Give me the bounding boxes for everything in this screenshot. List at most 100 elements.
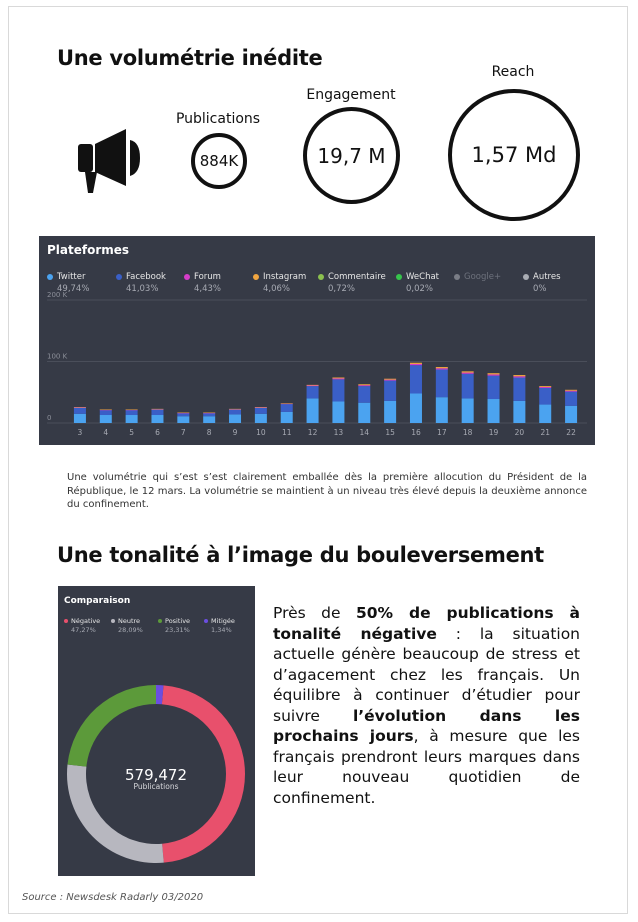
bar-segment-facebook[interactable] (177, 413, 190, 417)
bar-segment-instagram[interactable] (487, 373, 500, 375)
bar-segment-instagram[interactable] (539, 386, 552, 388)
x-tick-label: 10 (256, 428, 266, 437)
kpi-value-engagement: 19,7 M (317, 143, 386, 168)
bar-segment-twitter[interactable] (73, 413, 86, 423)
x-tick-label: 18 (463, 428, 473, 437)
x-tick-label: 19 (489, 428, 499, 437)
body-text-part-1: Près de (273, 604, 356, 622)
bar-segment-twitter[interactable] (332, 401, 345, 423)
bar-segment-instagram[interactable] (203, 412, 216, 414)
bar-segment-instagram[interactable] (73, 407, 86, 408)
bar-segment-instagram[interactable] (461, 371, 474, 373)
bar-segment-facebook[interactable] (332, 379, 345, 402)
bar-segment-facebook[interactable] (384, 380, 397, 401)
bar-segment-forum[interactable] (539, 387, 552, 388)
bar-segment-twitter[interactable] (203, 416, 216, 423)
bar-segment-instagram[interactable] (229, 408, 242, 410)
x-tick-label: 5 (129, 428, 134, 437)
bar-segment-twitter[interactable] (487, 399, 500, 423)
bar-segment-forum[interactable] (513, 376, 526, 378)
kpi-value-reach: 1,57 Md (471, 143, 557, 167)
bar-segment-instagram[interactable] (280, 403, 293, 404)
x-tick-label: 20 (515, 428, 525, 437)
bar-segment-instagram[interactable] (151, 408, 164, 410)
bar-segment-forum[interactable] (461, 372, 474, 374)
bar-segment-forum[interactable] (435, 368, 448, 370)
bar-segment-twitter[interactable] (565, 405, 578, 423)
bar-segment-twitter[interactable] (306, 398, 319, 423)
bar-segment-facebook[interactable] (254, 407, 267, 414)
bar-segment-instagram[interactable] (358, 384, 371, 386)
bar-segment-facebook[interactable] (487, 375, 500, 400)
bar-segment-instagram[interactable] (306, 384, 319, 386)
bar-segment-facebook[interactable] (280, 403, 293, 412)
bar-segment-facebook[interactable] (435, 369, 448, 398)
bar-segment-forum[interactable] (306, 385, 319, 387)
bar-segment-instagram[interactable] (125, 409, 138, 410)
tonality-body-text: Près de 50% de publications à tonalité n… (273, 603, 580, 808)
section-title-tonalite: Une tonalité à l’image du bouleversement (57, 543, 544, 567)
bar-segment-facebook[interactable] (513, 377, 526, 401)
kpi-circle-publications: 884K (191, 133, 247, 189)
x-tick-label: 4 (103, 428, 108, 437)
bar-segment-twitter[interactable] (435, 397, 448, 423)
bar-segment-forum[interactable] (409, 363, 422, 366)
bar-segment-twitter[interactable] (177, 416, 190, 423)
bar-segment-twitter[interactable] (358, 402, 371, 423)
megaphone-icon (78, 129, 140, 193)
bar-segment-instagram[interactable] (384, 378, 397, 380)
kpi-value-publications: 884K (199, 152, 239, 170)
bar-segment-facebook[interactable] (99, 410, 112, 416)
x-tick-label: 16 (411, 428, 421, 437)
x-tick-label: 8 (207, 428, 212, 437)
bar-segment-forum[interactable] (565, 390, 578, 392)
bar-segment-forum[interactable] (358, 385, 371, 387)
x-tick-label: 21 (540, 428, 550, 437)
bar-segment-twitter[interactable] (254, 413, 267, 423)
bar-segment-forum[interactable] (332, 378, 345, 380)
donut-slice-positive[interactable] (67, 685, 156, 767)
bar-segment-facebook[interactable] (125, 410, 138, 416)
x-tick-label: 13 (334, 428, 344, 437)
bar-segment-twitter[interactable] (280, 411, 293, 423)
bar-segment-twitter[interactable] (229, 414, 242, 423)
kpi-circle-reach: 1,57 Md (448, 89, 580, 221)
bar-segment-facebook[interactable] (151, 409, 164, 416)
kpi-label-publications: Publications (175, 111, 261, 127)
bar-segment-facebook[interactable] (203, 413, 216, 417)
bar-segment-twitter[interactable] (539, 404, 552, 423)
bar-segment-twitter[interactable] (125, 415, 138, 423)
bar-segment-facebook[interactable] (229, 409, 242, 415)
bar-segment-instagram[interactable] (513, 375, 526, 377)
donut-center-label: Publications (133, 782, 179, 791)
bar-segment-instagram[interactable] (409, 362, 422, 364)
bar-segment-twitter[interactable] (513, 400, 526, 423)
bar-segment-instagram[interactable] (177, 412, 190, 414)
bar-segment-facebook[interactable] (358, 386, 371, 403)
bar-segment-facebook[interactable] (409, 365, 422, 394)
bar-segment-twitter[interactable] (99, 415, 112, 423)
bar-segment-twitter[interactable] (461, 398, 474, 423)
x-tick-label: 15 (385, 428, 395, 437)
bar-segment-forum[interactable] (487, 374, 500, 376)
x-tick-label: 17 (437, 428, 447, 437)
bar-segment-facebook[interactable] (461, 373, 474, 399)
y-tick-label: 200 K (47, 291, 68, 299)
bar-segment-twitter[interactable] (409, 393, 422, 423)
x-tick-label: 3 (78, 428, 83, 437)
bar-segment-facebook[interactable] (306, 386, 319, 399)
x-tick-label: 22 (566, 428, 576, 437)
bar-segment-facebook[interactable] (73, 407, 86, 414)
bar-segment-instagram[interactable] (254, 407, 267, 408)
bar-segment-instagram[interactable] (435, 367, 448, 369)
bar-segment-facebook[interactable] (565, 391, 578, 406)
kpi-circle-engagement: 19,7 M (303, 107, 400, 204)
bar-segment-instagram[interactable] (332, 377, 345, 379)
bar-segment-forum[interactable] (384, 379, 397, 381)
bar-segment-facebook[interactable] (539, 387, 552, 405)
bar-segment-instagram[interactable] (565, 389, 578, 391)
bar-segment-twitter[interactable] (151, 415, 164, 423)
bar-segment-twitter[interactable] (384, 400, 397, 423)
x-tick-label: 12 (308, 428, 318, 437)
bar-segment-instagram[interactable] (99, 409, 112, 410)
